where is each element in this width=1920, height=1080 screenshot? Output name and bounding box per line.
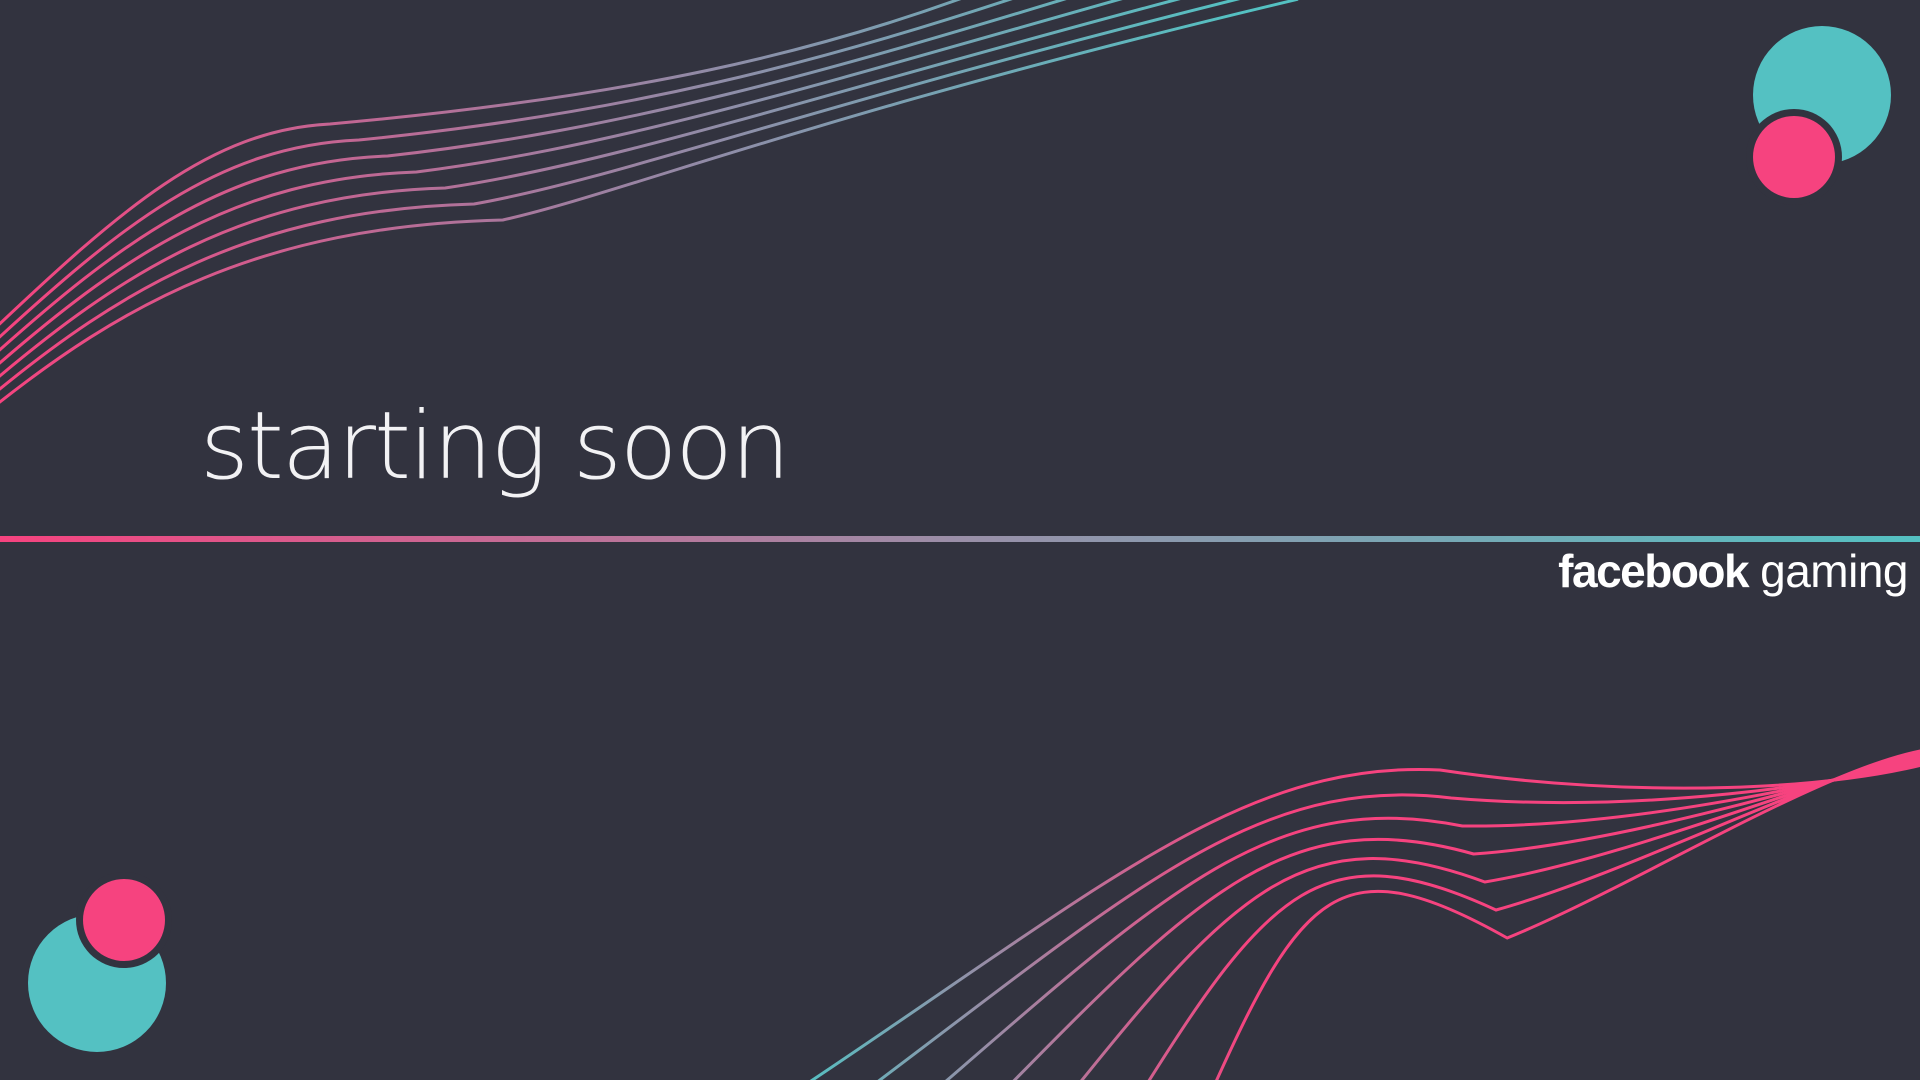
wave-line	[877, 761, 1920, 1080]
wave-lines-top-left	[0, 0, 1299, 404]
wave-line	[0, 0, 1067, 352]
circles-bottom-left-icon	[28, 872, 172, 1052]
wave-line	[1147, 751, 1920, 1080]
page-title: starting soon	[200, 392, 790, 501]
wave-line	[0, 0, 1123, 365]
brand-logo-light: gaming	[1760, 545, 1908, 597]
circles-top-right-icon	[1746, 26, 1891, 205]
starting-soon-screen: starting soon facebook gaming	[0, 0, 1920, 1080]
gradient-divider	[0, 536, 1920, 542]
brand-logo-bold: facebook	[1558, 545, 1749, 597]
background-decoration	[0, 0, 1920, 1080]
wave-lines-bottom-right	[809, 749, 1920, 1080]
brand-logo: facebook gaming	[1558, 548, 1908, 594]
wave-line	[1215, 749, 1920, 1080]
wave-line	[0, 0, 962, 326]
